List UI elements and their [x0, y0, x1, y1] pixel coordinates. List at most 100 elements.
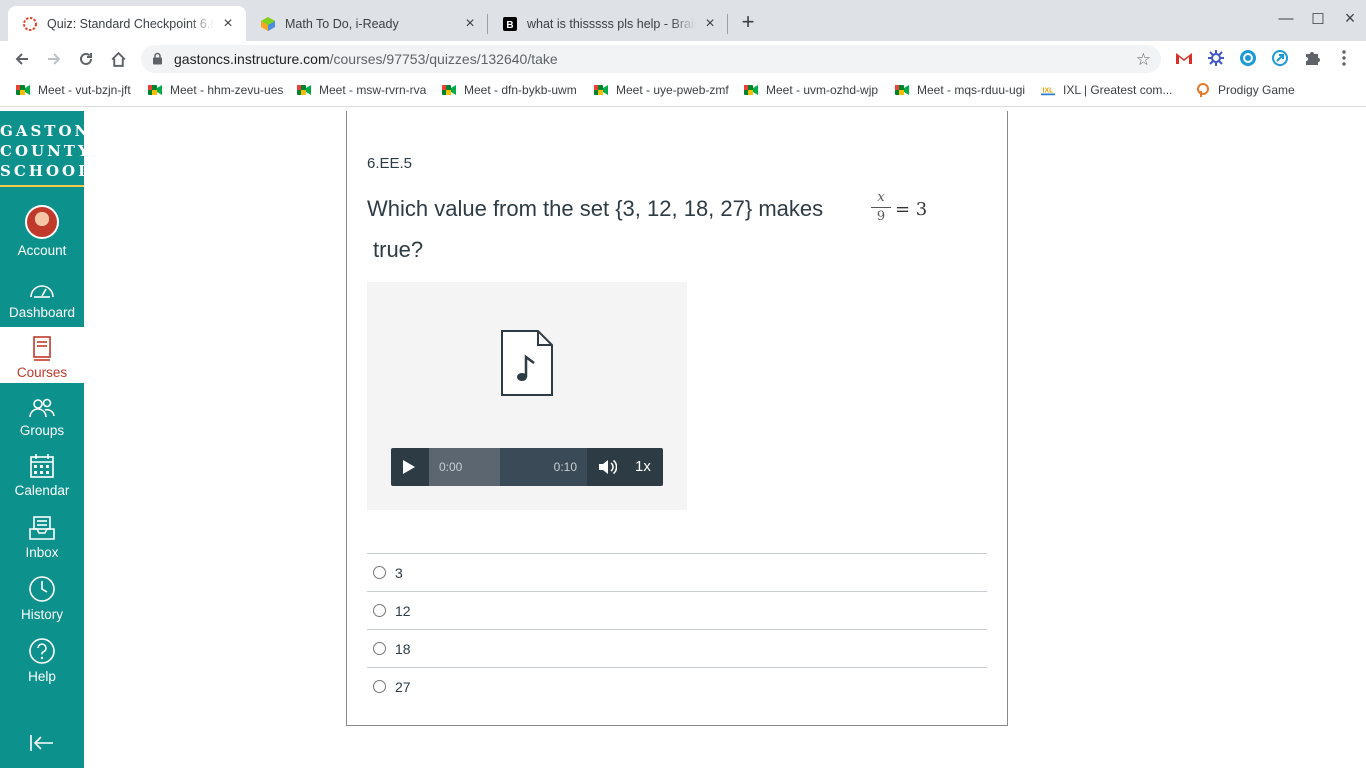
bookmark-item[interactable]: Meet - mqs-rduu-ugi: [895, 83, 1025, 97]
tab-title: Math To Do, i-Ready: [285, 16, 399, 31]
tab-title: Quiz: Standard Checkpoint 6.EE.5: [47, 16, 214, 31]
school-logo[interactable]: GASTON COUNTY SCHOOLS: [0, 121, 102, 187]
answer-option[interactable]: 27: [367, 667, 987, 705]
nav-label: Help: [28, 669, 56, 684]
question-panel: 6.EE.5 Which value from the set {3, 12, …: [346, 111, 1008, 726]
bookmark-item[interactable]: Meet - hhm-zevu-ues: [148, 83, 283, 97]
audio-duration: 0:10: [553, 460, 577, 474]
fraction-denominator: 9: [876, 209, 886, 224]
tab-title: what is thisssss pls help - Brainly.com: [527, 16, 696, 31]
bookmark-label: Meet - msw-rvrn-rva: [319, 83, 427, 97]
calendar-icon: [0, 451, 84, 479]
equation-rhs: = 3: [895, 199, 928, 220]
fraction-bar: [871, 207, 891, 208]
nav-dashboard[interactable]: Dashboard: [0, 273, 84, 320]
nav-history[interactable]: History: [0, 575, 84, 622]
extension-gear-icon[interactable]: [1207, 49, 1225, 67]
nav-courses[interactable]: Courses: [0, 327, 84, 383]
url-host: gastoncs.instructure.com: [174, 51, 330, 67]
courses-icon: [0, 335, 84, 361]
tab-iready[interactable]: Math To Do, i-Ready ×: [246, 6, 488, 41]
standard-code: 6.EE.5: [367, 155, 413, 172]
prodigy-icon: [1196, 83, 1210, 97]
audio-progress-track[interactable]: 0:00 0:10: [429, 448, 587, 486]
menu-kebab-icon[interactable]: [1335, 49, 1353, 67]
playback-speed-button[interactable]: 1x: [635, 458, 651, 475]
new-tab-button[interactable]: +: [736, 11, 760, 35]
nav-label: Courses: [16, 365, 68, 380]
close-icon[interactable]: ×: [462, 15, 478, 32]
reload-icon[interactable]: [75, 48, 97, 70]
nav-inbox[interactable]: Inbox: [0, 513, 84, 560]
minimize-icon[interactable]: —: [1276, 10, 1296, 27]
answer-label: 18: [395, 640, 411, 657]
home-icon[interactable]: [107, 48, 129, 70]
audio-current-time: 0:00: [439, 460, 463, 474]
nav-account[interactable]: Account: [0, 203, 84, 258]
avatar: [0, 203, 84, 239]
bookmark-label: Prodigy Game: [1218, 83, 1295, 97]
bookmark-item[interactable]: IXL IXL | Greatest com...: [1041, 83, 1172, 97]
nav-calendar[interactable]: Calendar: [0, 451, 84, 498]
bookmark-item[interactable]: Meet - uye-pweb-zmf: [594, 83, 729, 97]
nav-label: Account: [17, 243, 67, 258]
answer-list: 3 12 18 27: [367, 553, 987, 705]
bookmark-label: Meet - vut-bzjn-jft: [38, 83, 131, 97]
iready-icon: [260, 16, 276, 32]
question-text-continued: true?: [373, 237, 424, 262]
window-close-icon[interactable]: ×: [1340, 8, 1360, 29]
collapse-nav-button[interactable]: [0, 731, 84, 757]
answer-option[interactable]: 12: [367, 591, 987, 629]
nav-label: Inbox: [25, 545, 59, 560]
answer-radio[interactable]: [373, 642, 386, 655]
gmail-icon[interactable]: [1175, 49, 1193, 67]
bookmark-item[interactable]: Meet - dfn-bykb-uwm: [442, 83, 577, 97]
bookmark-label: Meet - mqs-rduu-ugi: [917, 83, 1026, 97]
answer-radio[interactable]: [373, 566, 386, 579]
svg-text:B: B: [506, 20, 513, 31]
bookmark-item[interactable]: Prodigy Game: [1196, 83, 1295, 97]
google-meet-icon: [744, 83, 758, 97]
back-icon[interactable]: [11, 48, 33, 70]
tab-quiz[interactable]: Quiz: Standard Checkpoint 6.EE.5 ×: [8, 6, 246, 41]
tab-separator: [727, 14, 728, 34]
extension-blue-icon[interactable]: [1271, 49, 1289, 67]
help-icon: [0, 637, 84, 665]
tab-brainly[interactable]: B what is thisssss pls help - Brainly.co…: [488, 6, 728, 41]
fraction-numerator: x: [877, 190, 885, 205]
browser-toolbar: gastoncs.instructure.com/courses/97753/q…: [0, 41, 1366, 77]
address-bar[interactable]: gastoncs.instructure.com/courses/97753/q…: [141, 45, 1161, 73]
answer-label: 27: [395, 678, 411, 695]
maximize-icon[interactable]: ☐: [1308, 10, 1328, 28]
close-icon[interactable]: ×: [702, 15, 718, 32]
collapse-arrow-icon: [0, 731, 84, 753]
audio-media-panel: 0:00 0:10 1x: [367, 282, 687, 510]
lock-icon: [152, 52, 163, 70]
google-meet-icon: [594, 83, 608, 97]
nav-groups[interactable]: Groups: [0, 391, 84, 438]
answer-radio[interactable]: [373, 604, 386, 617]
google-meet-icon: [442, 83, 456, 97]
answer-radio[interactable]: [373, 680, 386, 693]
bookmark-star-icon[interactable]: ☆: [1136, 50, 1151, 70]
bookmark-label: IXL | Greatest com...: [1063, 83, 1173, 97]
bookmark-item[interactable]: Meet - vut-bzjn-jft: [16, 83, 131, 97]
answer-option[interactable]: 3: [367, 553, 987, 591]
google-meet-icon: [297, 83, 311, 97]
bookmark-item[interactable]: Meet - uvm-ozhd-wjp: [744, 83, 878, 97]
nav-label: Dashboard: [8, 305, 76, 320]
close-icon[interactable]: ×: [220, 15, 236, 32]
answer-option[interactable]: 18: [367, 629, 987, 667]
history-icon: [0, 575, 84, 603]
audio-player: 0:00 0:10 1x: [391, 448, 663, 486]
extensions-puzzle-icon[interactable]: [1303, 49, 1321, 67]
nav-help[interactable]: Help: [0, 637, 84, 684]
volume-icon[interactable]: [597, 458, 618, 481]
nav-label: Calendar: [14, 483, 70, 498]
play-icon[interactable]: [399, 458, 417, 481]
browser-tabstrip: Quiz: Standard Checkpoint 6.EE.5 × Math …: [0, 0, 1366, 41]
forward-icon[interactable]: [43, 48, 65, 70]
url-path: /courses/97753/quizzes/132640/take: [329, 51, 558, 67]
bookmark-item[interactable]: Meet - msw-rvrn-rva: [297, 83, 426, 97]
extension-shield-icon[interactable]: [1239, 49, 1257, 67]
